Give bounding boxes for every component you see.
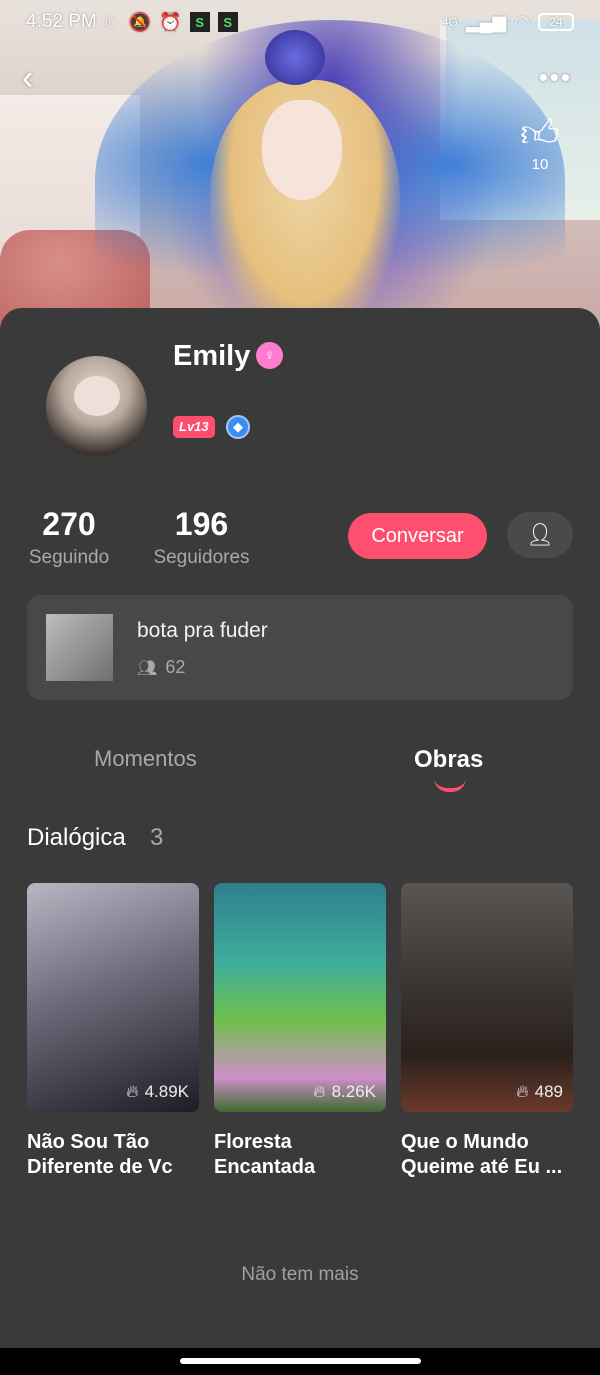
section-title: Dialógica bbox=[27, 824, 126, 851]
like-button[interactable]: 👍︎ 10 bbox=[516, 112, 564, 173]
end-of-list-text: Não tem mais bbox=[241, 1264, 359, 1285]
alarm-icon: ⏰ bbox=[159, 12, 182, 32]
profile-cover-art bbox=[0, 0, 600, 340]
fire-icon: 🔥︎ bbox=[313, 1082, 326, 1101]
home-indicator[interactable] bbox=[180, 1358, 421, 1364]
work-view-count: 489 bbox=[534, 1082, 563, 1101]
moon-icon: ☾ bbox=[104, 12, 121, 32]
cover-character-face bbox=[262, 100, 342, 200]
work-view-count: 4.89K bbox=[144, 1082, 189, 1101]
profile-sheet: Emily ♀ Lv13 ◆ 270 Seguindo 196 Seguidor… bbox=[0, 308, 600, 1348]
following-count: 270 bbox=[42, 506, 96, 542]
work-view-count: 8.26K bbox=[331, 1082, 376, 1101]
work-title: Que o Mundo Queime até Eu ... bbox=[401, 1131, 563, 1178]
members-icon: 👥︎ bbox=[137, 659, 158, 677]
wifi-icon: ◠ bbox=[514, 12, 530, 32]
avatar[interactable] bbox=[46, 356, 147, 457]
work-card[interactable]: 🔥︎ 489 Que o Mundo Queime até Eu ... bbox=[401, 883, 573, 1180]
group-members: 👥︎ 62 bbox=[137, 657, 185, 678]
group-card[interactable]: bota pra fuder 👥︎ 62 bbox=[27, 595, 573, 700]
work-views: 🔥︎ 8.26K bbox=[313, 1082, 376, 1102]
following-label: Seguindo bbox=[28, 547, 110, 568]
group-thumbnail bbox=[46, 614, 113, 681]
battery-icon: 24 bbox=[538, 13, 574, 31]
chevron-left-icon: ‹ bbox=[22, 59, 34, 97]
app-s-icon: S bbox=[217, 12, 238, 32]
chat-button[interactable]: Conversar bbox=[348, 513, 487, 559]
work-title: Floresta Encantada bbox=[214, 1131, 316, 1178]
home-indicator-bar bbox=[0, 1348, 600, 1375]
followers-label: Seguidores bbox=[153, 547, 250, 568]
active-tab-indicator bbox=[434, 778, 466, 792]
work-card[interactable]: 🔥︎ 8.26K Floresta Encantada bbox=[214, 883, 386, 1180]
user-check-icon: 👤︎ bbox=[526, 522, 554, 547]
work-views: 🔥︎ 4.89K bbox=[126, 1082, 189, 1102]
battery-level: 24 bbox=[549, 15, 563, 29]
profile-name: Emily bbox=[173, 340, 251, 372]
more-options-button[interactable]: ••• bbox=[539, 62, 572, 93]
tab-works[interactable]: Obras bbox=[414, 746, 483, 774]
work-views: 🔥︎ 489 bbox=[516, 1082, 563, 1102]
level-badge: Lv13 bbox=[173, 416, 215, 438]
diamond-badge-icon: ◆ bbox=[226, 415, 250, 439]
work-thumbnail: 🔥︎ 4.89K bbox=[27, 883, 199, 1112]
like-count: 10 bbox=[531, 156, 549, 173]
section-count: 3 bbox=[150, 824, 164, 851]
mute-icon: 🔕 bbox=[128, 12, 152, 32]
tab-moments[interactable]: Momentos bbox=[94, 746, 197, 772]
followers-stat[interactable]: 196 Seguidores bbox=[151, 506, 252, 569]
fire-icon: 🔥︎ bbox=[126, 1082, 139, 1101]
group-member-count: 62 bbox=[165, 657, 186, 677]
fire-icon: 🔥︎ bbox=[516, 1082, 529, 1101]
clock: 4:52 PM bbox=[26, 11, 97, 32]
female-gender-icon: ♀ bbox=[256, 342, 283, 369]
work-thumbnail: 🔥︎ 489 bbox=[401, 883, 573, 1112]
thumbs-up-icon: 👍︎ bbox=[520, 113, 560, 155]
more-icon: ••• bbox=[538, 62, 572, 92]
followers-count: 196 bbox=[174, 506, 229, 542]
work-title: Não Sou Tão Diferente de Vc bbox=[27, 1131, 173, 1178]
following-stat[interactable]: 270 Seguindo bbox=[27, 506, 111, 569]
work-thumbnail: 🔥︎ 8.26K bbox=[214, 883, 386, 1112]
follow-button[interactable]: 👤︎ bbox=[507, 512, 573, 558]
status-bar: 4:52 PM ☾ 🔕 ⏰ S S 4G ▂▄▆ ◠ 24 bbox=[0, 0, 600, 44]
group-name: bota pra fuder bbox=[137, 619, 268, 642]
app-s-icon: S bbox=[189, 12, 210, 32]
signal-icon: ▂▄▆ bbox=[465, 12, 507, 32]
work-card[interactable]: 🔥︎ 4.89K Não Sou Tão Diferente de Vc bbox=[27, 883, 199, 1180]
back-button[interactable]: ‹ bbox=[22, 60, 54, 96]
network-type: 4G bbox=[441, 15, 458, 29]
